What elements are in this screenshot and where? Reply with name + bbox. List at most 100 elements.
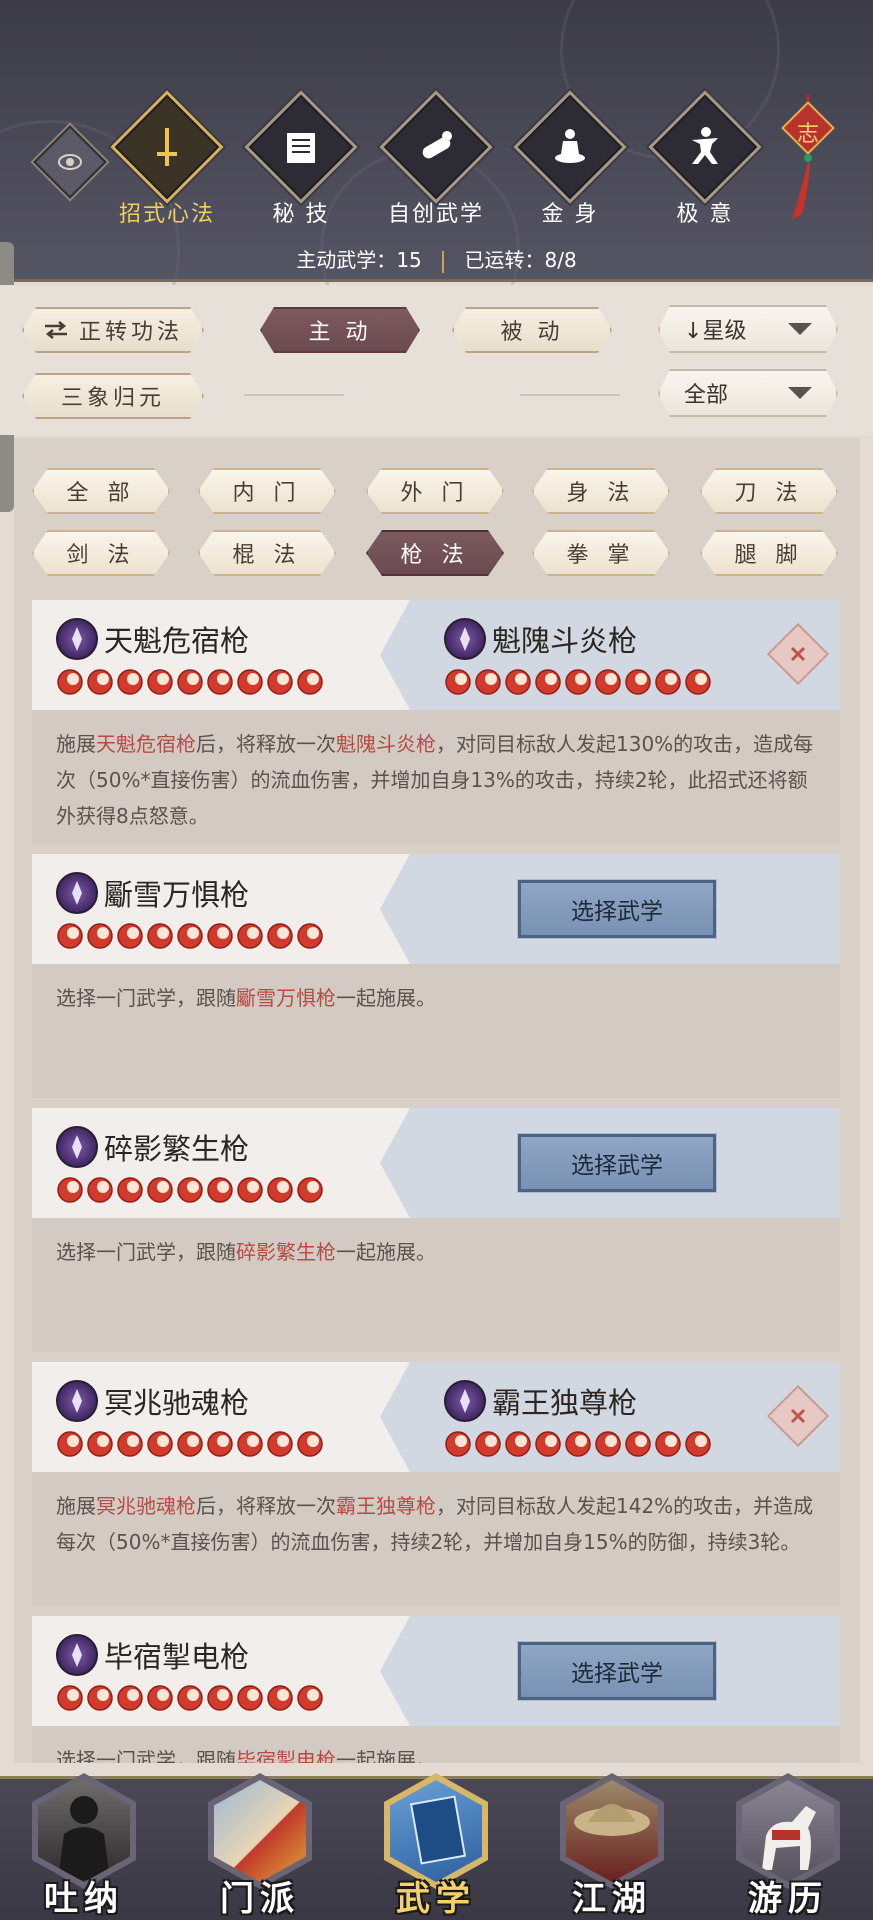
- skill-pair-card: 斸雪万惧枪 选择武学 选择一门武学，跟随斸雪万惧枪一起施展。: [32, 854, 840, 1098]
- nav-wuxue[interactable]: 武学: [376, 1767, 496, 1919]
- select-wuxue-button[interactable]: 选择武学: [517, 879, 717, 939]
- skill-description: 施展天魁危宿枪后，将释放一次魁隗斗炎枪，对同目标敌人发起130%的攻击，造成每次…: [32, 710, 840, 850]
- skill-name: 冥兆驰魂枪: [104, 1386, 250, 1420]
- scroll-icon: [422, 131, 452, 159]
- category-daofa[interactable]: 刀 法: [700, 468, 838, 514]
- category-label: 枪 法: [400, 543, 470, 568]
- sort-dropdown[interactable]: ↓星级: [658, 305, 838, 353]
- star-rating: [56, 1430, 324, 1460]
- nav-label: 门派: [220, 1879, 300, 1919]
- category-label: 内 门: [232, 481, 302, 506]
- tab-active-skills[interactable]: 主 动: [260, 307, 420, 353]
- category-quanzhang[interactable]: 拳 掌: [532, 530, 670, 576]
- star-flame-icon: [297, 669, 323, 695]
- star-rating: [444, 1430, 712, 1460]
- spear-skill-icon: [56, 1634, 98, 1676]
- spear-skill-icon: [444, 1380, 486, 1422]
- star-flame-icon: [297, 1431, 323, 1457]
- close-icon: [778, 1396, 818, 1436]
- nav-label: 吐纳: [44, 1879, 124, 1919]
- star-flame-icon: [207, 923, 233, 949]
- star-flame-icon: [117, 1177, 143, 1203]
- tab-jiyi[interactable]: 极 意: [645, 94, 765, 228]
- chinese-knot-icon[interactable]: 志: [778, 94, 838, 224]
- star-flame-icon: [655, 669, 681, 695]
- star-flame-icon: [117, 923, 143, 949]
- skill-name: 毕宿掣电枪: [104, 1640, 250, 1674]
- nav-tuna[interactable]: 吐纳: [24, 1767, 144, 1919]
- description-text: 后，将释放一次: [196, 1494, 336, 1518]
- category-tuijiao[interactable]: 腿 脚: [700, 530, 838, 576]
- highlighted-skill-name: 霸王独尊枪: [336, 1494, 436, 1518]
- nav-youli[interactable]: 游历: [728, 1767, 848, 1919]
- skill-description: 选择一门武学，跟随斸雪万惧枪一起施展。: [32, 964, 840, 1032]
- star-flame-icon: [595, 1431, 621, 1457]
- category-label: 身 法: [566, 481, 636, 506]
- tab-passive-skills[interactable]: 被 动: [452, 307, 612, 353]
- switch-gongfa-button[interactable]: 正转功法: [22, 307, 204, 353]
- nav-jianghu[interactable]: 江湖: [552, 1767, 672, 1919]
- tab-miji[interactable]: 秘 技: [241, 94, 361, 228]
- sword-icon: [157, 128, 177, 166]
- star-flame-icon: [237, 923, 263, 949]
- martial-pose-icon: [692, 127, 718, 164]
- tab-label: 招式心法: [118, 202, 215, 227]
- select-wuxue-button[interactable]: 选择武学: [517, 1641, 717, 1701]
- knot-character: 志: [796, 122, 819, 147]
- category-shenfa[interactable]: 身 法: [532, 468, 670, 514]
- description-text: 后，将释放一次: [196, 732, 336, 756]
- skill-pair-list[interactable]: 天魁危宿枪 魁隗斗炎枪 施展天魁危宿枪后，将释放一次魁隗斗炎枪，对同目标敌人发起…: [14, 588, 860, 1763]
- nav-label: 武学: [396, 1879, 476, 1919]
- star-rating: [56, 922, 324, 952]
- star-flame-icon: [445, 1431, 471, 1457]
- category-label: 棍 法: [232, 543, 302, 568]
- star-flame-icon: [505, 1431, 531, 1457]
- nav-menpai[interactable]: 门派: [200, 1767, 320, 1919]
- spear-skill-icon: [56, 1380, 98, 1422]
- star-flame-icon: [297, 1685, 323, 1711]
- running-count-value: 8/8: [544, 248, 577, 272]
- tab-jinshen[interactable]: 金 身: [510, 94, 630, 228]
- category-filter-grid: 全 部 内 门 外 门 身 法 刀 法 剑 法 棍 法 枪 法 拳 掌 腿 脚: [14, 438, 860, 588]
- tab-label: 秘 技: [272, 202, 330, 227]
- highlighted-skill-name: 冥兆驰魂枪: [96, 1494, 196, 1518]
- category-neimen[interactable]: 内 门: [198, 468, 336, 514]
- star-flame-icon: [535, 1431, 561, 1457]
- highlighted-skill-name: 斸雪万惧枪: [236, 986, 336, 1010]
- skill-name: 斸雪万惧枪: [104, 878, 250, 912]
- category-label: 腿 脚: [734, 543, 804, 568]
- star-flame-icon: [207, 1431, 233, 1457]
- star-flame-icon: [595, 669, 621, 695]
- tab-zichuang-wuxue[interactable]: 自创武学: [376, 94, 496, 228]
- skill-name: 魁隗斗炎枪: [492, 624, 638, 658]
- description-text: 选择一门武学，跟随: [56, 1240, 236, 1264]
- category-jianfa[interactable]: 剑 法: [32, 530, 170, 576]
- skill-pair-card: 天魁危宿枪 魁隗斗炎枪 施展天魁危宿枪后，将释放一次魁隗斗炎枪，对同目标敌人发起…: [32, 600, 840, 844]
- scope-dropdown[interactable]: 全部: [658, 369, 838, 417]
- star-flame-icon: [267, 1431, 293, 1457]
- skill-description: 施展冥兆驰魂枪后，将释放一次霸王独尊枪，对同目标敌人发起142%的攻击，并造成每…: [32, 1472, 840, 1576]
- category-qiangfa[interactable]: 枪 法: [366, 530, 504, 576]
- star-flame-icon: [177, 1431, 203, 1457]
- category-all[interactable]: 全 部: [32, 468, 170, 514]
- skill-pair-card: 冥兆驰魂枪 霸王独尊枪 施展冥兆驰魂枪后，将释放一次霸王独尊枪，对同目标敌人发起…: [32, 1362, 840, 1606]
- star-flame-icon: [57, 923, 83, 949]
- category-waimen[interactable]: 外 门: [366, 468, 504, 514]
- tab-zhaoshi-xinfa[interactable]: 招式心法: [107, 94, 227, 228]
- star-flame-icon: [207, 669, 233, 695]
- category-gunfa[interactable]: 棍 法: [198, 530, 336, 576]
- star-flame-icon: [57, 1685, 83, 1711]
- sort-arrow-icon: ↓: [684, 319, 703, 344]
- chevron-down-icon: [788, 387, 812, 399]
- star-flame-icon: [207, 1177, 233, 1203]
- star-flame-icon: [87, 1685, 113, 1711]
- spear-skill-icon: [56, 872, 98, 914]
- skill-pair-card: 碎影繁生枪 选择武学 选择一门武学，跟随碎影繁生枪一起施展。: [32, 1108, 840, 1352]
- star-flame-icon: [267, 1685, 293, 1711]
- active-count-value: 15: [396, 248, 422, 272]
- sanxiang-guiyuan-button[interactable]: 三象归元: [22, 373, 204, 419]
- select-wuxue-button[interactable]: 选择武学: [517, 1133, 717, 1193]
- book-icon: [287, 133, 315, 163]
- description-text: 施展: [56, 1494, 96, 1518]
- star-flame-icon: [237, 669, 263, 695]
